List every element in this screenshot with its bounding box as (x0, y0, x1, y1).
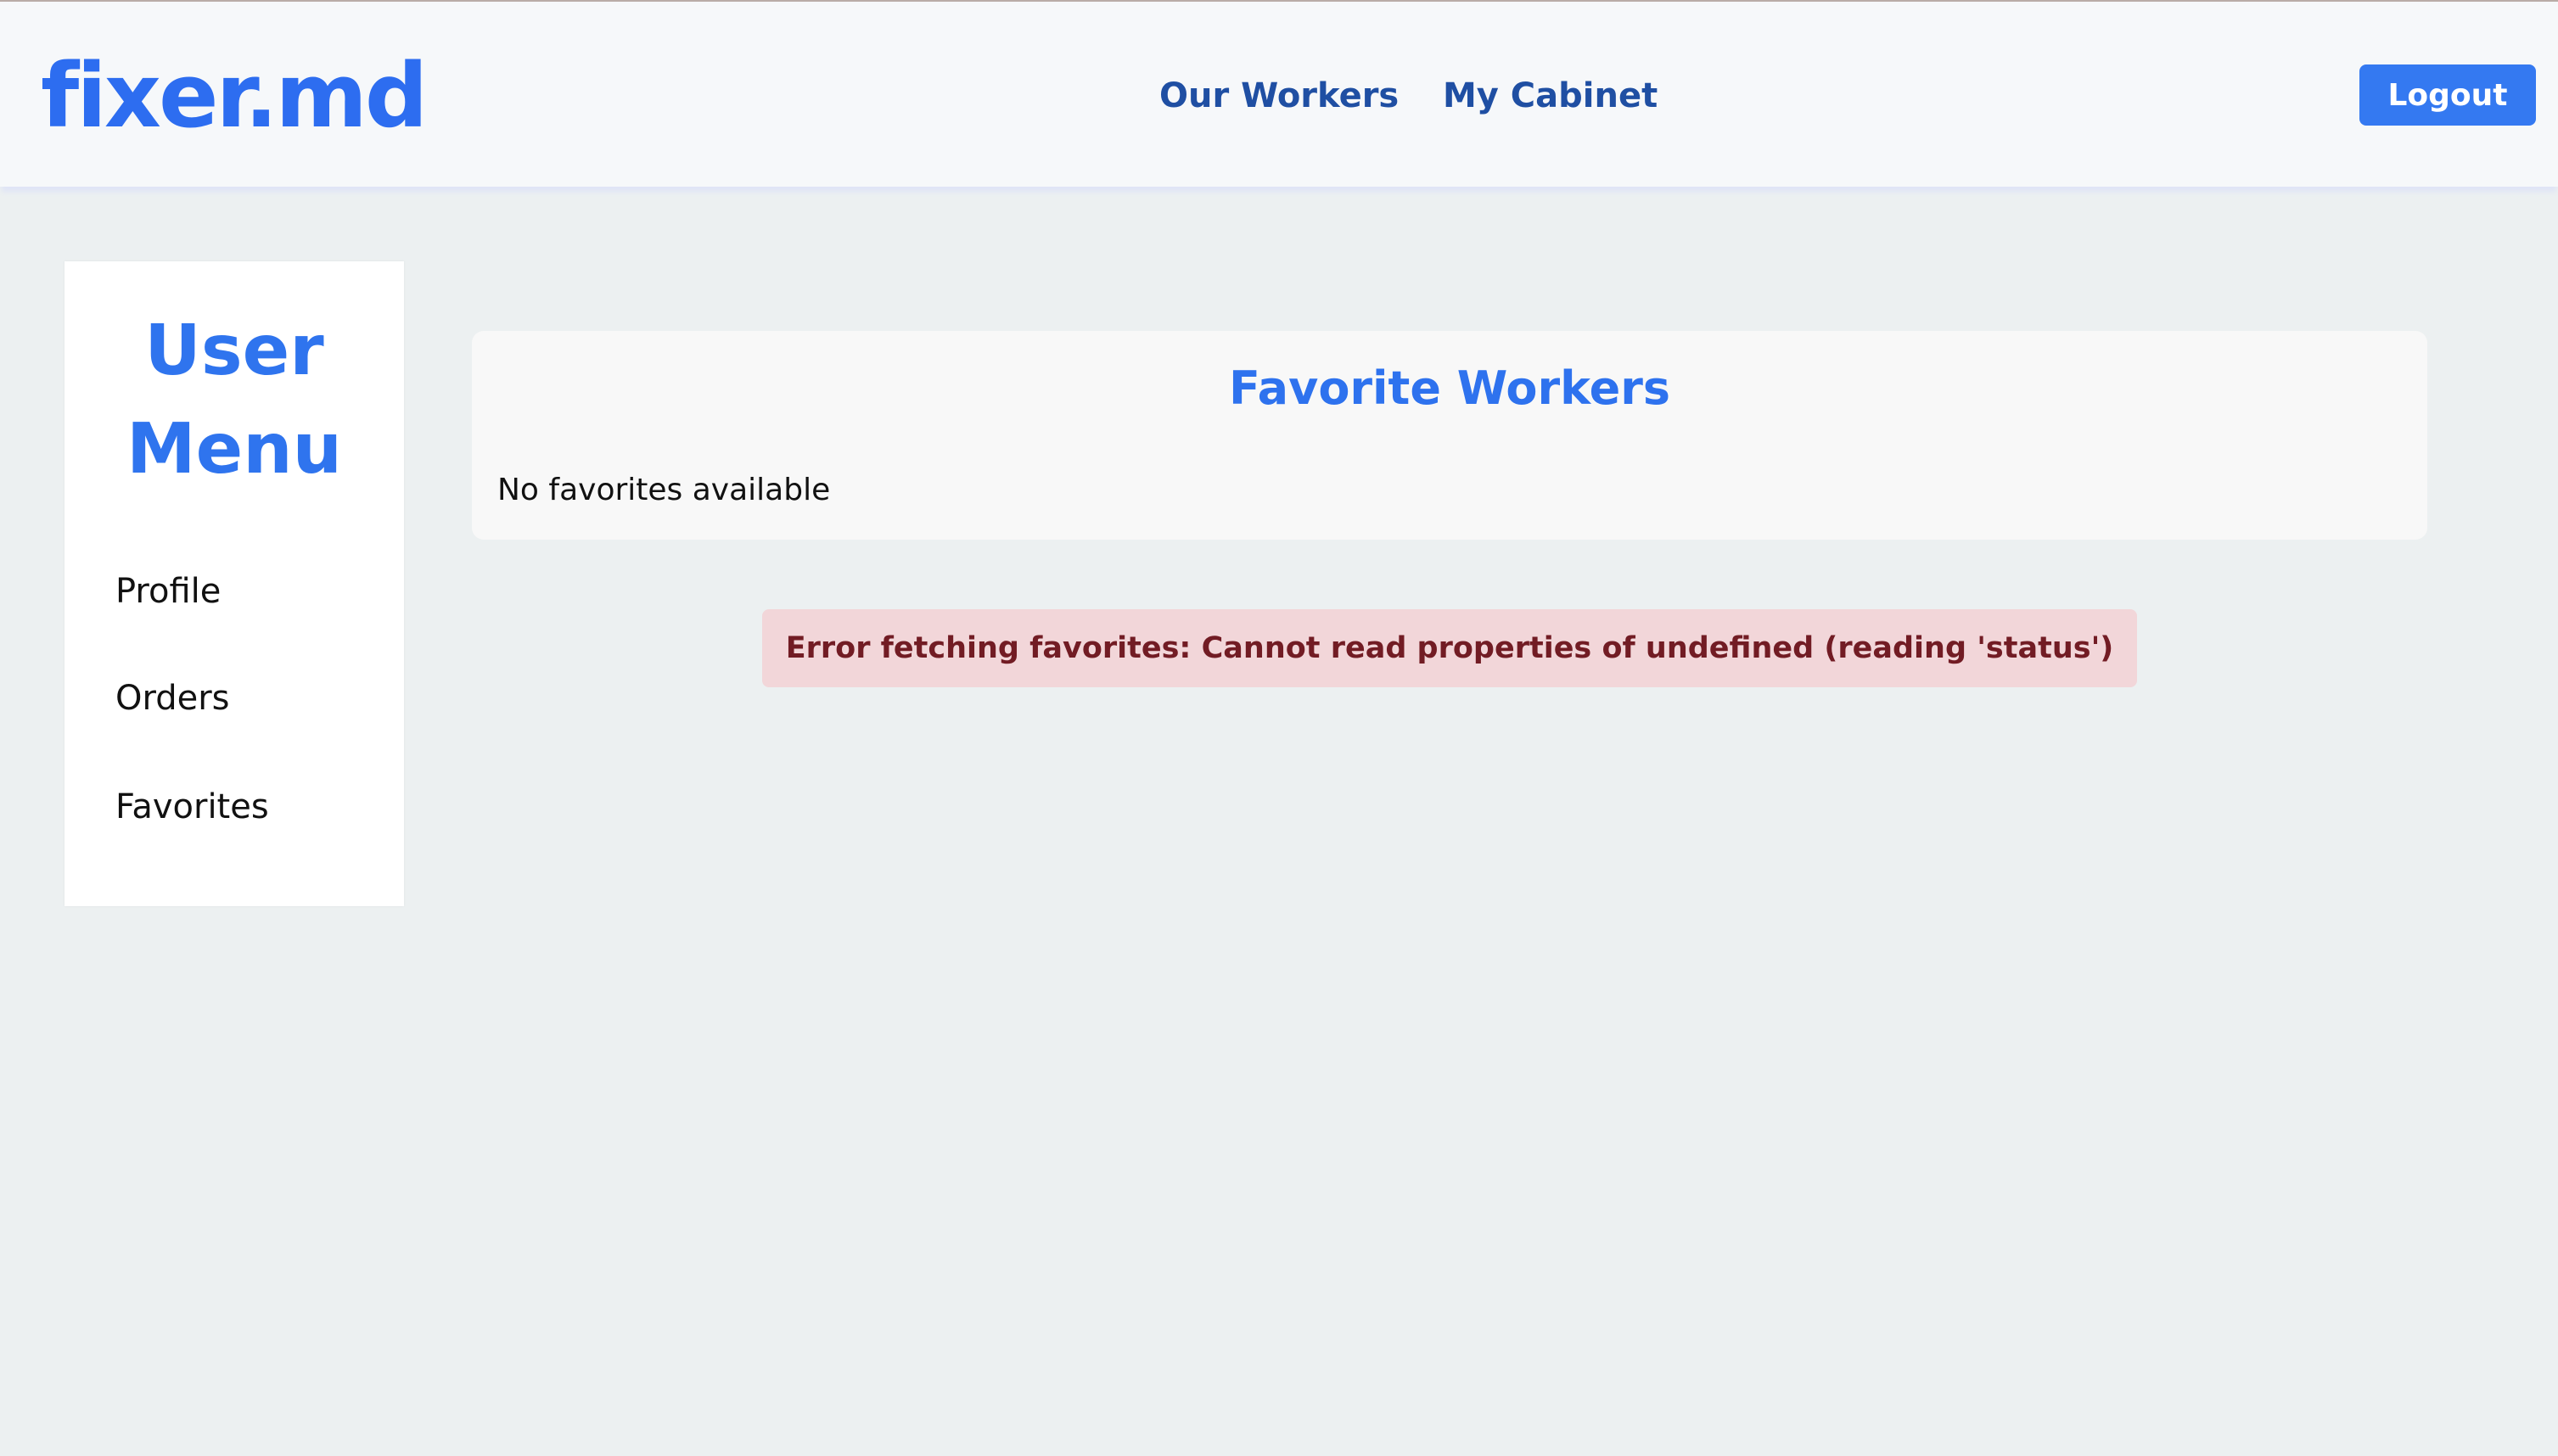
sidebar-item-favorites[interactable]: Favorites (115, 784, 269, 830)
top-header: fixer.md Our Workers My Cabinet Logout (0, 0, 2558, 187)
nav-my-cabinet[interactable]: My Cabinet (1443, 73, 1658, 119)
no-favorites-message: No favorites available (497, 473, 831, 507)
sidebar-item-orders[interactable]: Orders (115, 675, 230, 721)
user-menu-title: User Menu (126, 311, 342, 490)
error-alert: Error fetching favorites: Cannot read pr… (762, 609, 2137, 687)
logout-button[interactable]: Logout (2359, 64, 2536, 126)
user-menu-sidebar: User Menu Profile Orders Favorites (65, 261, 404, 906)
favorite-workers-title: Favorite Workers (1228, 361, 1671, 415)
favorite-workers-card: Favorite Workers No favorites available (472, 331, 2427, 540)
nav-our-workers[interactable]: Our Workers (1159, 73, 1399, 119)
site-logo[interactable]: fixer.md (41, 41, 428, 151)
sidebar-item-profile[interactable]: Profile (115, 568, 221, 614)
